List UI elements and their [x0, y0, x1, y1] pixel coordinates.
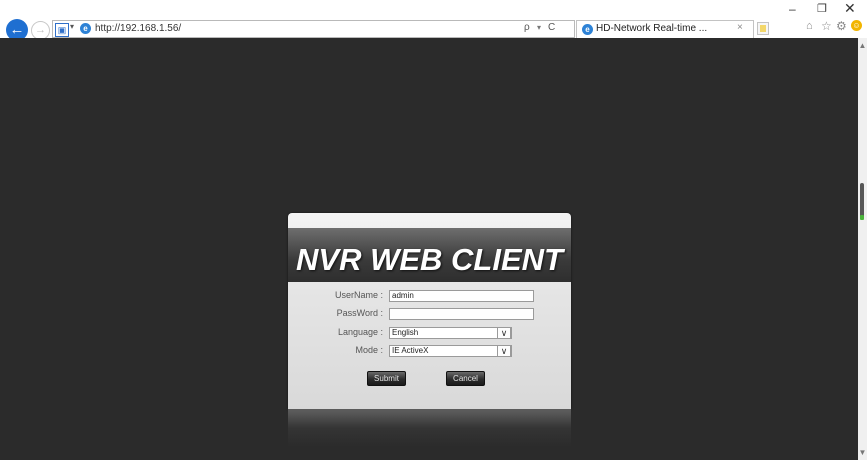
favorites-icon[interactable]: ☆ [821, 19, 832, 33]
submit-button[interactable]: Submit [367, 371, 406, 386]
address-bar[interactable]: ▣ ▾ e http://192.168.1.56/ ρ ▾ C [52, 20, 575, 38]
url-text[interactable]: http://192.168.1.56/ [95, 23, 181, 34]
login-panel: NVR WEB CLIENT UserName : admin PassWord… [288, 213, 571, 409]
language-select[interactable]: English [389, 327, 512, 339]
feedback-smiley-icon[interactable]: ☺ [851, 20, 862, 31]
scroll-indicator [860, 215, 864, 220]
mode-label: Mode : [355, 345, 383, 355]
tab-hd-network[interactable]: e HD-Network Real-time ... × [576, 20, 754, 38]
new-tab-icon [760, 25, 766, 32]
search-dropdown-icon[interactable]: ▾ [537, 23, 541, 32]
restore-icon[interactable]: ❐ [817, 2, 827, 15]
gear-icon[interactable]: ⚙ [836, 19, 847, 33]
language-label: Language : [337, 327, 383, 337]
shield-icon[interactable]: ▣ [55, 23, 69, 37]
cancel-button[interactable]: Cancel [446, 371, 485, 386]
refresh-icon[interactable]: C [548, 22, 555, 33]
tab-title: HD-Network Real-time ... [596, 23, 708, 34]
username-label: UserName : [334, 290, 383, 300]
search-icon[interactable]: ρ [524, 22, 530, 33]
ie-page-icon: e [80, 23, 91, 34]
close-tab-icon[interactable]: × [737, 22, 743, 33]
scroll-down-icon[interactable]: ▼ [858, 448, 867, 457]
close-window-icon[interactable]: ✕ [844, 0, 856, 17]
scroll-thumb[interactable] [860, 183, 864, 219]
chevron-down-icon[interactable]: ▾ [70, 22, 74, 31]
new-tab-button[interactable] [757, 22, 769, 35]
panel-reflection [288, 409, 571, 447]
minimize-icon[interactable]: – [789, 2, 796, 16]
password-input[interactable] [389, 308, 534, 320]
home-icon[interactable]: ⌂ [806, 20, 813, 32]
username-input[interactable]: admin [389, 290, 534, 302]
login-title: NVR WEB CLIENT [296, 242, 563, 277]
chevron-down-icon[interactable]: ∨ [497, 327, 511, 339]
browser-toolbar: ← → ▣ ▾ e http://192.168.1.56/ ρ ▾ C e H… [0, 0, 867, 41]
vertical-scrollbar[interactable]: ▲ ▼ [858, 38, 867, 460]
chevron-down-icon[interactable]: ∨ [497, 345, 511, 357]
password-label: PassWord : [336, 308, 383, 318]
ie-favicon-icon: e [582, 24, 593, 35]
login-banner: NVR WEB CLIENT [288, 228, 571, 282]
scroll-up-icon[interactable]: ▲ [858, 41, 867, 50]
mode-select[interactable]: IE ActiveX [389, 345, 512, 357]
